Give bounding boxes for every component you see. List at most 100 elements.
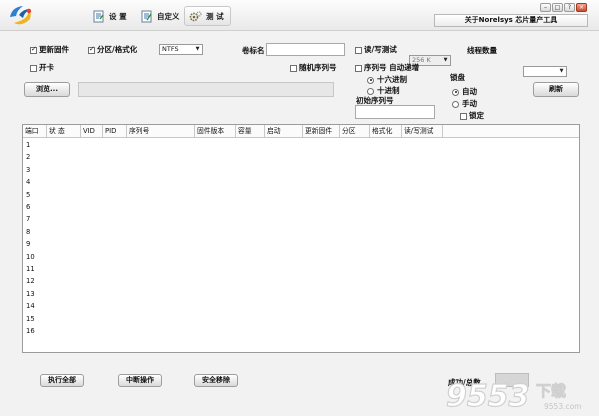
- update-firmware-option[interactable]: 更新固件: [30, 44, 69, 55]
- dec-radio[interactable]: [367, 87, 374, 95]
- safe-remove-button[interactable]: 安全移除: [194, 374, 238, 387]
- thread-count-label: 线程数量: [467, 46, 497, 55]
- device-table: 端口状 态 VID PID 序列号 固件版本 容量 启动 更新固件 分区 格式化 读/写测试 123…: [22, 124, 580, 353]
- random-serial-label: 随机序列号: [299, 63, 337, 72]
- serial-auto-inc-label: 序列号 自动递增: [364, 63, 420, 72]
- column-header[interactable]: 状 态: [47, 125, 81, 137]
- about-button[interactable]: 关于Norelsys 芯片量产工具: [434, 14, 588, 27]
- minimize-icon[interactable]: –: [540, 3, 551, 12]
- restore-icon[interactable]: □: [552, 3, 563, 12]
- help-icon[interactable]: ?: [564, 3, 575, 12]
- column-header[interactable]: 格式化: [370, 125, 402, 137]
- table-row[interactable]: 7: [26, 215, 30, 223]
- column-header[interactable]: 更新固件: [303, 125, 340, 137]
- lock-auto-option[interactable]: 自动: [452, 86, 477, 97]
- table-row[interactable]: 6: [26, 203, 30, 211]
- column-header[interactable]: 端口: [23, 125, 47, 137]
- serial-auto-inc-checkbox[interactable]: [355, 64, 362, 72]
- lock-manual-option[interactable]: 手动: [452, 98, 477, 109]
- open-card-checkbox[interactable]: [30, 64, 37, 72]
- tab-label: 测 试: [206, 11, 224, 21]
- column-header[interactable]: 读/写测试: [402, 125, 443, 137]
- watermark-subtext: 下载: [536, 382, 566, 400]
- table-row[interactable]: 12: [26, 277, 35, 285]
- rw-test-checkbox[interactable]: [355, 46, 362, 54]
- tab-label: 自定义: [157, 11, 180, 21]
- table-row[interactable]: 14: [26, 302, 35, 310]
- table-row[interactable]: 11: [26, 265, 35, 273]
- column-header[interactable]: 容量: [236, 125, 265, 137]
- tab-test[interactable]: 测 试: [184, 6, 231, 26]
- lock-option[interactable]: 锁定: [460, 110, 484, 121]
- volume-label-label: 卷标名: [242, 46, 265, 55]
- firmware-path-field[interactable]: [78, 82, 334, 97]
- table-row[interactable]: 13: [26, 290, 35, 298]
- open-card-label: 开卡: [39, 63, 54, 72]
- column-header[interactable]: 启动: [265, 125, 303, 137]
- column-header[interactable]: PID: [103, 125, 127, 137]
- lock-label: 锁定: [469, 111, 484, 120]
- hex-radio[interactable]: [367, 76, 374, 84]
- table-row[interactable]: 8: [26, 228, 30, 236]
- tab-settings[interactable]: 设 置: [92, 6, 127, 26]
- column-header[interactable]: 序列号: [127, 125, 195, 137]
- title-bar: 设 置 自定义 测 试 – □ ? × 关于Norelsys 芯片量产工具: [0, 0, 599, 31]
- gear-test-icon: [189, 10, 202, 21]
- abort-button[interactable]: 中断操作: [118, 374, 162, 387]
- partition-format-label: 分区/格式化: [97, 45, 138, 54]
- lock-auto-label: 自动: [462, 87, 477, 96]
- partition-format-option[interactable]: 分区/格式化: [88, 44, 137, 55]
- table-row[interactable]: 10: [26, 253, 35, 261]
- serial-auto-inc-option[interactable]: 序列号 自动递增: [355, 62, 419, 73]
- table-row[interactable]: 15: [26, 315, 35, 323]
- partition-format-checkbox[interactable]: [88, 45, 95, 54]
- lock-group-title: 锁盘: [450, 73, 465, 82]
- chevron-down-icon: ▼: [443, 57, 448, 63]
- site-watermark: 9553 下载 9553.com: [445, 378, 582, 414]
- refresh-button[interactable]: 刷新: [533, 82, 579, 97]
- watermark-domain: 9553.com: [544, 402, 582, 411]
- chevron-down-icon: ▼: [559, 68, 564, 74]
- dec-label: 十进制: [377, 86, 400, 95]
- volume-label-input[interactable]: [266, 43, 345, 56]
- open-card-option[interactable]: 开卡: [30, 62, 54, 73]
- edit-doc-icon: [141, 10, 152, 22]
- table-row[interactable]: 9: [26, 240, 30, 248]
- filesystem-select[interactable]: NTFS ▼: [159, 44, 203, 55]
- column-header[interactable]: 固件版本: [195, 125, 236, 137]
- hex-label: 十六进制: [377, 75, 407, 84]
- chevron-down-icon: ▼: [195, 46, 200, 52]
- random-serial-option[interactable]: 随机序列号: [290, 62, 337, 73]
- run-all-button[interactable]: 执行全部: [40, 374, 84, 387]
- lock-manual-label: 手动: [462, 99, 477, 108]
- tab-customize[interactable]: 自定义: [140, 6, 180, 26]
- lock-checkbox[interactable]: [460, 112, 467, 120]
- initial-serial-input[interactable]: [355, 105, 435, 119]
- close-icon[interactable]: ×: [576, 3, 587, 12]
- table-row[interactable]: 16: [26, 327, 35, 335]
- lock-manual-radio[interactable]: [452, 100, 459, 108]
- filesystem-value: NTFS: [162, 45, 179, 53]
- window-controls: – □ ? ×: [540, 3, 587, 12]
- table-row[interactable]: 4: [26, 178, 30, 186]
- random-serial-checkbox[interactable]: [290, 64, 297, 72]
- settings-doc-icon: [93, 10, 104, 22]
- table-row[interactable]: 1: [26, 141, 30, 149]
- table-header: 端口状 态 VID PID 序列号 固件版本 容量 启动 更新固件 分区 格式化 读/写测试: [23, 125, 579, 138]
- hex-option[interactable]: 十六进制: [367, 74, 407, 85]
- column-header[interactable]: VID: [81, 125, 103, 137]
- table-row[interactable]: 3: [26, 166, 30, 174]
- watermark-number: 9553: [446, 379, 530, 414]
- column-header[interactable]: 分区: [340, 125, 370, 137]
- thread-count-select[interactable]: ▼: [523, 66, 567, 77]
- table-row[interactable]: 2: [26, 153, 30, 161]
- tab-label: 设 置: [109, 11, 127, 21]
- app-logo-icon: [10, 6, 32, 25]
- browse-button[interactable]: 浏览...: [24, 82, 70, 97]
- table-row[interactable]: 5: [26, 191, 30, 199]
- lock-auto-radio[interactable]: [452, 88, 459, 96]
- rw-test-label: 读/写测试: [364, 45, 397, 54]
- rw-test-option[interactable]: 读/写测试: [355, 44, 397, 55]
- update-firmware-checkbox[interactable]: [30, 45, 37, 54]
- update-firmware-label: 更新固件: [39, 45, 69, 54]
